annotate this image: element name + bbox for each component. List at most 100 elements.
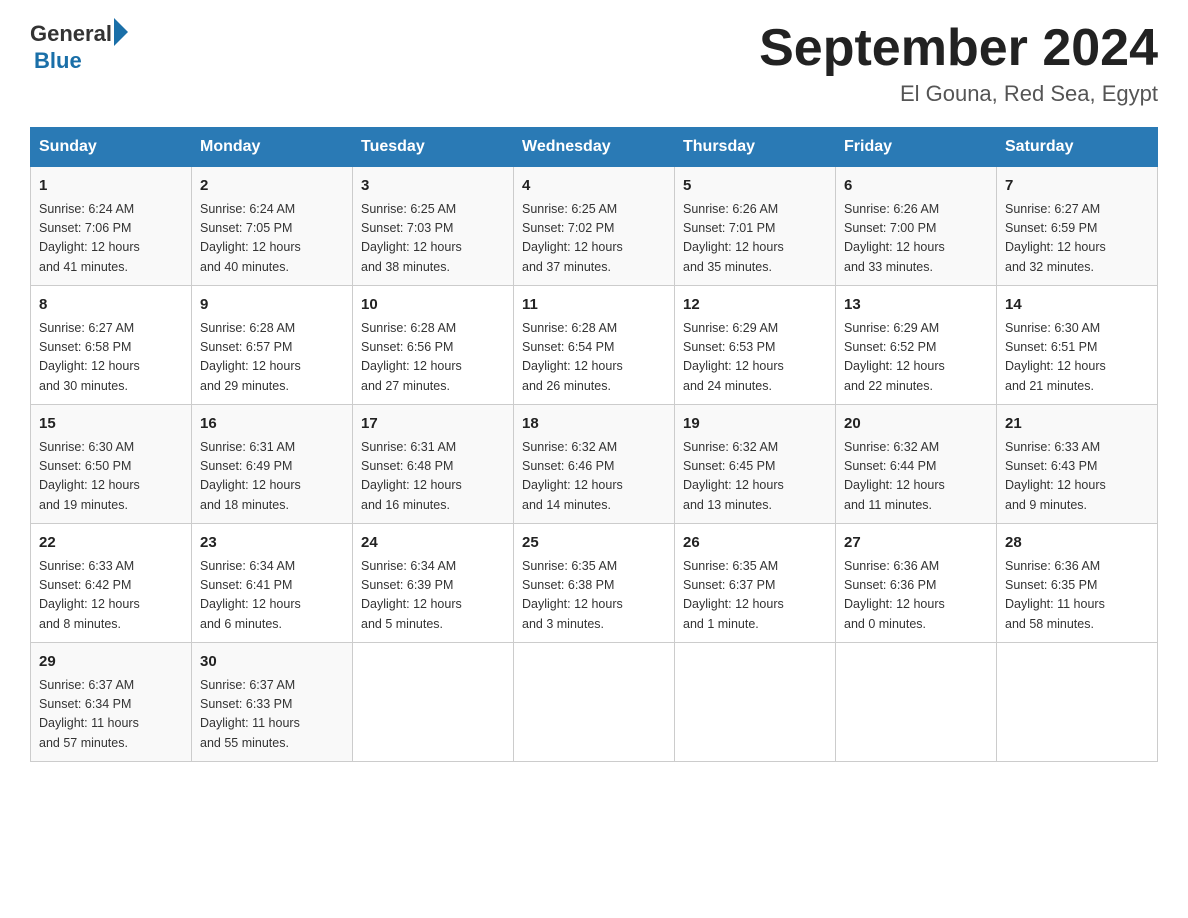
calendar-cell: 25Sunrise: 6:35 AMSunset: 6:38 PMDayligh… bbox=[514, 524, 675, 643]
calendar-cell: 21Sunrise: 6:33 AMSunset: 6:43 PMDayligh… bbox=[997, 405, 1158, 524]
day-info: Sunrise: 6:30 AMSunset: 6:50 PMDaylight:… bbox=[39, 438, 183, 516]
day-of-week-header: Monday bbox=[192, 128, 353, 167]
day-info: Sunrise: 6:37 AMSunset: 6:33 PMDaylight:… bbox=[200, 676, 344, 754]
day-info: Sunrise: 6:34 AMSunset: 6:41 PMDaylight:… bbox=[200, 557, 344, 635]
day-info: Sunrise: 6:26 AMSunset: 7:01 PMDaylight:… bbox=[683, 200, 827, 278]
calendar-cell: 30Sunrise: 6:37 AMSunset: 6:33 PMDayligh… bbox=[192, 643, 353, 762]
logo-arrow-icon bbox=[114, 18, 128, 46]
calendar-week-row: 8Sunrise: 6:27 AMSunset: 6:58 PMDaylight… bbox=[31, 286, 1158, 405]
day-number: 19 bbox=[683, 413, 827, 436]
day-info: Sunrise: 6:27 AMSunset: 6:58 PMDaylight:… bbox=[39, 319, 183, 397]
calendar-week-row: 15Sunrise: 6:30 AMSunset: 6:50 PMDayligh… bbox=[31, 405, 1158, 524]
day-info: Sunrise: 6:29 AMSunset: 6:53 PMDaylight:… bbox=[683, 319, 827, 397]
calendar-cell bbox=[836, 643, 997, 762]
calendar-cell: 2Sunrise: 6:24 AMSunset: 7:05 PMDaylight… bbox=[192, 167, 353, 286]
title-section: September 2024 El Gouna, Red Sea, Egypt bbox=[759, 20, 1158, 107]
day-number: 2 bbox=[200, 175, 344, 198]
calendar-cell: 20Sunrise: 6:32 AMSunset: 6:44 PMDayligh… bbox=[836, 405, 997, 524]
day-number: 3 bbox=[361, 175, 505, 198]
calendar-week-row: 29Sunrise: 6:37 AMSunset: 6:34 PMDayligh… bbox=[31, 643, 1158, 762]
calendar-cell: 24Sunrise: 6:34 AMSunset: 6:39 PMDayligh… bbox=[353, 524, 514, 643]
day-of-week-header: Sunday bbox=[31, 128, 192, 167]
calendar-cell: 26Sunrise: 6:35 AMSunset: 6:37 PMDayligh… bbox=[675, 524, 836, 643]
day-number: 24 bbox=[361, 532, 505, 555]
calendar-cell: 3Sunrise: 6:25 AMSunset: 7:03 PMDaylight… bbox=[353, 167, 514, 286]
day-number: 14 bbox=[1005, 294, 1149, 317]
calendar-cell: 15Sunrise: 6:30 AMSunset: 6:50 PMDayligh… bbox=[31, 405, 192, 524]
day-number: 20 bbox=[844, 413, 988, 436]
day-number: 15 bbox=[39, 413, 183, 436]
day-info: Sunrise: 6:24 AMSunset: 7:05 PMDaylight:… bbox=[200, 200, 344, 278]
day-info: Sunrise: 6:33 AMSunset: 6:42 PMDaylight:… bbox=[39, 557, 183, 635]
day-number: 6 bbox=[844, 175, 988, 198]
calendar-cell bbox=[997, 643, 1158, 762]
day-number: 23 bbox=[200, 532, 344, 555]
day-number: 17 bbox=[361, 413, 505, 436]
logo: General Blue bbox=[30, 20, 130, 74]
day-number: 1 bbox=[39, 175, 183, 198]
day-info: Sunrise: 6:32 AMSunset: 6:44 PMDaylight:… bbox=[844, 438, 988, 516]
calendar-cell: 9Sunrise: 6:28 AMSunset: 6:57 PMDaylight… bbox=[192, 286, 353, 405]
calendar-cell: 27Sunrise: 6:36 AMSunset: 6:36 PMDayligh… bbox=[836, 524, 997, 643]
calendar-cell: 1Sunrise: 6:24 AMSunset: 7:06 PMDaylight… bbox=[31, 167, 192, 286]
day-number: 12 bbox=[683, 294, 827, 317]
calendar-cell: 29Sunrise: 6:37 AMSunset: 6:34 PMDayligh… bbox=[31, 643, 192, 762]
day-of-week-header: Saturday bbox=[997, 128, 1158, 167]
day-info: Sunrise: 6:27 AMSunset: 6:59 PMDaylight:… bbox=[1005, 200, 1149, 278]
day-info: Sunrise: 6:31 AMSunset: 6:48 PMDaylight:… bbox=[361, 438, 505, 516]
day-of-week-header: Tuesday bbox=[353, 128, 514, 167]
calendar-week-row: 22Sunrise: 6:33 AMSunset: 6:42 PMDayligh… bbox=[31, 524, 1158, 643]
calendar-cell: 4Sunrise: 6:25 AMSunset: 7:02 PMDaylight… bbox=[514, 167, 675, 286]
day-info: Sunrise: 6:29 AMSunset: 6:52 PMDaylight:… bbox=[844, 319, 988, 397]
calendar-cell: 28Sunrise: 6:36 AMSunset: 6:35 PMDayligh… bbox=[997, 524, 1158, 643]
day-info: Sunrise: 6:35 AMSunset: 6:38 PMDaylight:… bbox=[522, 557, 666, 635]
day-number: 13 bbox=[844, 294, 988, 317]
calendar-cell: 16Sunrise: 6:31 AMSunset: 6:49 PMDayligh… bbox=[192, 405, 353, 524]
day-info: Sunrise: 6:25 AMSunset: 7:02 PMDaylight:… bbox=[522, 200, 666, 278]
day-number: 28 bbox=[1005, 532, 1149, 555]
logo-general-text: General bbox=[30, 21, 112, 47]
day-info: Sunrise: 6:33 AMSunset: 6:43 PMDaylight:… bbox=[1005, 438, 1149, 516]
day-info: Sunrise: 6:36 AMSunset: 6:36 PMDaylight:… bbox=[844, 557, 988, 635]
day-number: 27 bbox=[844, 532, 988, 555]
day-info: Sunrise: 6:28 AMSunset: 6:57 PMDaylight:… bbox=[200, 319, 344, 397]
day-number: 7 bbox=[1005, 175, 1149, 198]
day-info: Sunrise: 6:28 AMSunset: 6:54 PMDaylight:… bbox=[522, 319, 666, 397]
day-of-week-header: Thursday bbox=[675, 128, 836, 167]
calendar-cell bbox=[353, 643, 514, 762]
calendar-cell: 11Sunrise: 6:28 AMSunset: 6:54 PMDayligh… bbox=[514, 286, 675, 405]
calendar-header-row: SundayMondayTuesdayWednesdayThursdayFrid… bbox=[31, 128, 1158, 167]
calendar-cell: 14Sunrise: 6:30 AMSunset: 6:51 PMDayligh… bbox=[997, 286, 1158, 405]
calendar-cell: 17Sunrise: 6:31 AMSunset: 6:48 PMDayligh… bbox=[353, 405, 514, 524]
day-number: 18 bbox=[522, 413, 666, 436]
calendar-cell: 18Sunrise: 6:32 AMSunset: 6:46 PMDayligh… bbox=[514, 405, 675, 524]
calendar-cell: 12Sunrise: 6:29 AMSunset: 6:53 PMDayligh… bbox=[675, 286, 836, 405]
day-of-week-header: Friday bbox=[836, 128, 997, 167]
day-number: 10 bbox=[361, 294, 505, 317]
calendar-week-row: 1Sunrise: 6:24 AMSunset: 7:06 PMDaylight… bbox=[31, 167, 1158, 286]
calendar-title: September 2024 bbox=[759, 20, 1158, 77]
calendar-cell: 6Sunrise: 6:26 AMSunset: 7:00 PMDaylight… bbox=[836, 167, 997, 286]
page-header: General Blue September 2024 El Gouna, Re… bbox=[30, 20, 1158, 107]
day-info: Sunrise: 6:32 AMSunset: 6:45 PMDaylight:… bbox=[683, 438, 827, 516]
calendar-cell: 22Sunrise: 6:33 AMSunset: 6:42 PMDayligh… bbox=[31, 524, 192, 643]
calendar-cell: 10Sunrise: 6:28 AMSunset: 6:56 PMDayligh… bbox=[353, 286, 514, 405]
calendar-cell: 8Sunrise: 6:27 AMSunset: 6:58 PMDaylight… bbox=[31, 286, 192, 405]
day-info: Sunrise: 6:28 AMSunset: 6:56 PMDaylight:… bbox=[361, 319, 505, 397]
calendar-cell bbox=[675, 643, 836, 762]
day-number: 5 bbox=[683, 175, 827, 198]
calendar-cell: 13Sunrise: 6:29 AMSunset: 6:52 PMDayligh… bbox=[836, 286, 997, 405]
day-number: 16 bbox=[200, 413, 344, 436]
day-info: Sunrise: 6:31 AMSunset: 6:49 PMDaylight:… bbox=[200, 438, 344, 516]
day-number: 26 bbox=[683, 532, 827, 555]
day-number: 21 bbox=[1005, 413, 1149, 436]
logo-blue-text: Blue bbox=[34, 48, 130, 74]
day-number: 4 bbox=[522, 175, 666, 198]
day-info: Sunrise: 6:30 AMSunset: 6:51 PMDaylight:… bbox=[1005, 319, 1149, 397]
day-info: Sunrise: 6:36 AMSunset: 6:35 PMDaylight:… bbox=[1005, 557, 1149, 635]
day-info: Sunrise: 6:35 AMSunset: 6:37 PMDaylight:… bbox=[683, 557, 827, 635]
day-info: Sunrise: 6:37 AMSunset: 6:34 PMDaylight:… bbox=[39, 676, 183, 754]
day-number: 29 bbox=[39, 651, 183, 674]
day-info: Sunrise: 6:26 AMSunset: 7:00 PMDaylight:… bbox=[844, 200, 988, 278]
calendar-cell bbox=[514, 643, 675, 762]
